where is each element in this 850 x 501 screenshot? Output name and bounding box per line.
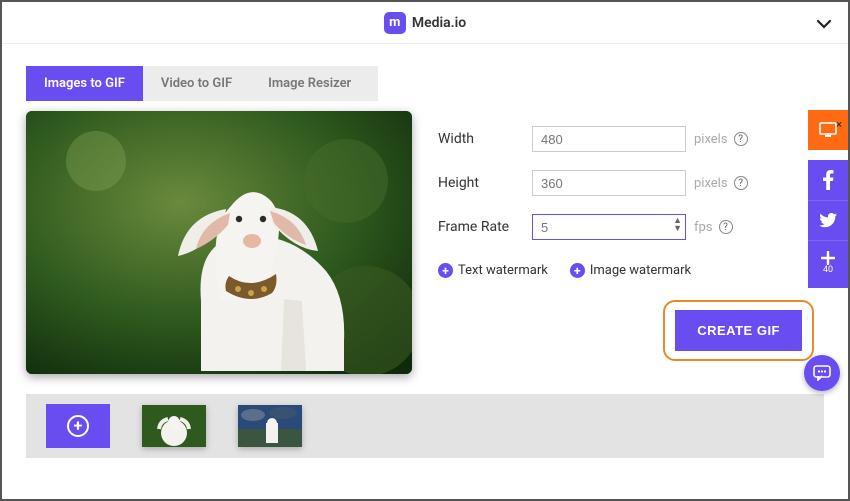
top-bar: m Media.io bbox=[2, 2, 848, 44]
image-watermark-label: Image watermark bbox=[590, 263, 691, 278]
image-preview bbox=[26, 111, 412, 374]
brand: m Media.io bbox=[384, 12, 466, 34]
side-rail: 40 bbox=[808, 110, 848, 288]
plus-icon: + bbox=[438, 263, 453, 278]
brand-name: Media.io bbox=[412, 15, 466, 31]
row-frame-rate: Frame Rate ▲▼ fps ? bbox=[438, 205, 824, 249]
tab-video-to-gif[interactable]: Video to GIF bbox=[143, 66, 250, 101]
plus-icon: + bbox=[570, 263, 585, 278]
cta-highlight: CREATE GIF bbox=[663, 300, 814, 361]
image-watermark-button[interactable]: + Image watermark bbox=[570, 263, 691, 278]
width-unit: pixels bbox=[694, 132, 728, 147]
chat-icon[interactable] bbox=[804, 355, 840, 391]
stepper-arrows-icon[interactable]: ▲▼ bbox=[673, 217, 682, 233]
help-icon[interactable]: ? bbox=[734, 132, 748, 146]
text-watermark-button[interactable]: + Text watermark bbox=[438, 263, 548, 278]
thumbnail-strip: + bbox=[26, 394, 824, 458]
row-height: Height pixels ? bbox=[438, 161, 824, 205]
frame-rate-input[interactable] bbox=[532, 214, 686, 240]
width-label: Width bbox=[438, 131, 532, 147]
close-icon[interactable]: × bbox=[836, 118, 842, 131]
height-label: Height bbox=[438, 175, 532, 191]
settings-form: Width pixels ? Height pixels ? Frame Rat… bbox=[438, 111, 824, 374]
tab-images-to-gif[interactable]: Images to GIF bbox=[26, 66, 143, 101]
facebook-icon[interactable] bbox=[808, 160, 848, 200]
collapse-icon[interactable] bbox=[816, 14, 832, 33]
share-count: 40 bbox=[823, 265, 833, 278]
height-input[interactable] bbox=[532, 170, 686, 196]
text-watermark-label: Text watermark bbox=[458, 263, 548, 278]
tabs: Images to GIF Video to GIF Image Resizer bbox=[26, 66, 378, 101]
thumbnail[interactable] bbox=[142, 405, 206, 447]
frame-rate-label: Frame Rate bbox=[438, 219, 532, 235]
height-unit: pixels bbox=[694, 176, 728, 191]
create-gif-button[interactable]: CREATE GIF bbox=[675, 310, 802, 351]
brand-logo-icon: m bbox=[384, 12, 406, 34]
screen-share-icon[interactable] bbox=[808, 110, 848, 150]
share-more-icon[interactable]: 40 bbox=[808, 240, 848, 288]
twitter-icon[interactable] bbox=[808, 200, 848, 240]
frame-rate-unit: fps bbox=[694, 220, 713, 235]
help-icon[interactable]: ? bbox=[719, 220, 733, 234]
width-input[interactable] bbox=[532, 126, 686, 152]
thumbnail[interactable] bbox=[238, 405, 302, 447]
tab-image-resizer[interactable]: Image Resizer bbox=[250, 66, 369, 101]
add-image-button[interactable]: + bbox=[46, 404, 110, 448]
row-width: Width pixels ? bbox=[438, 117, 824, 161]
help-icon[interactable]: ? bbox=[734, 176, 748, 190]
plus-icon: + bbox=[67, 415, 89, 437]
